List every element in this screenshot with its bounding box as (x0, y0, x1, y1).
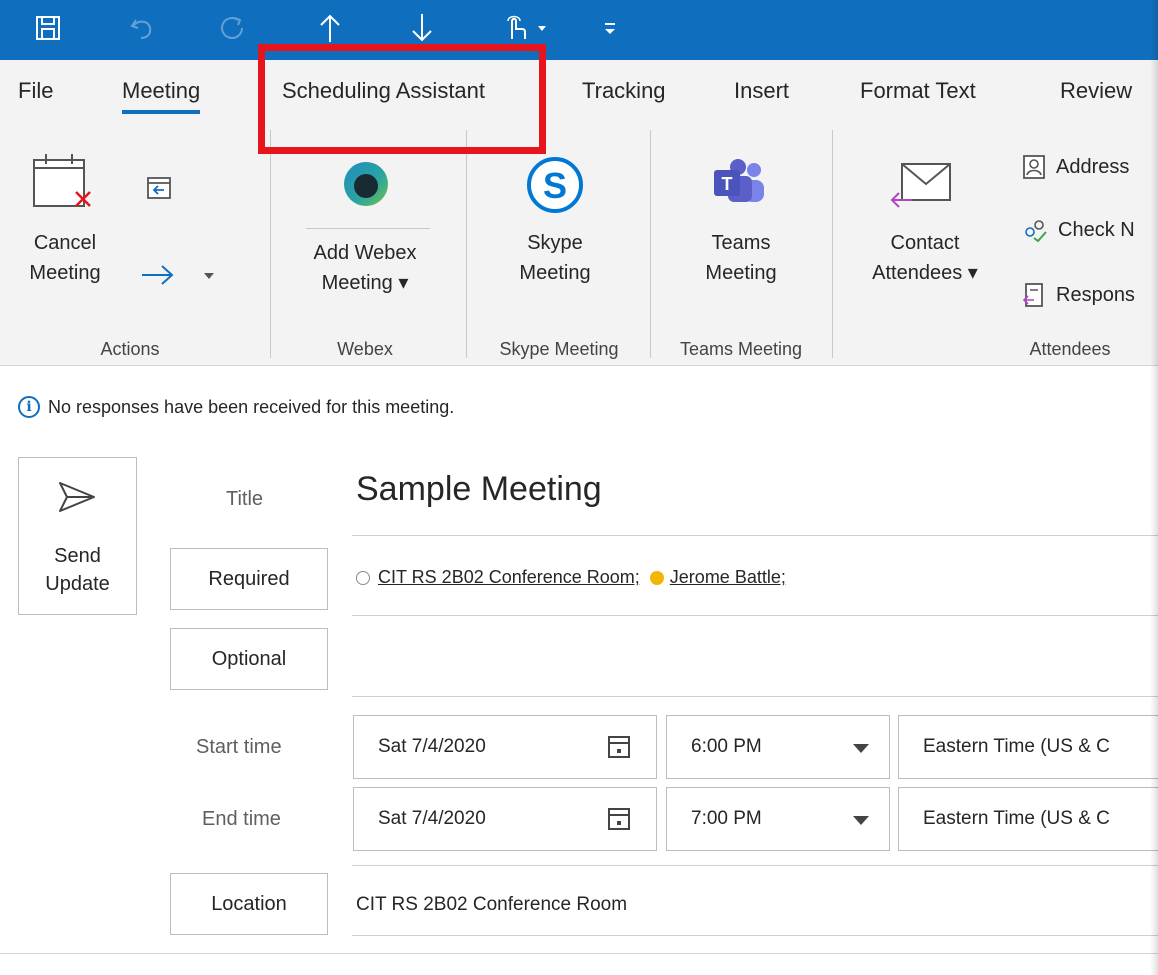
address-book-icon (1023, 155, 1045, 179)
skype-meeting-button[interactable]: Skype Meeting (480, 228, 630, 288)
save-icon[interactable] (28, 8, 68, 48)
group-label-actions: Actions (100, 339, 160, 359)
start-date-picker[interactable]: Sat 7/4/2020 (353, 715, 657, 779)
contact-attendees-button[interactable]: Contact Attendees ▾ (850, 228, 1000, 288)
calendar-icon[interactable] (608, 736, 630, 758)
redo-icon[interactable] (212, 8, 252, 48)
quick-access-toolbar (0, 0, 1158, 60)
ribbon-tabs: File Meeting Scheduling Assistant Tracki… (0, 60, 1158, 124)
room-status-icon (356, 570, 370, 585)
teams-meeting-button[interactable]: Teams Meeting (666, 228, 816, 288)
check-names-icon (1025, 220, 1047, 242)
attendee-jerome-battle[interactable]: Jerome Battle; (670, 567, 786, 588)
start-time-dropdown[interactable]: 6:00 PM (666, 715, 890, 779)
svg-text:S: S (543, 165, 567, 206)
start-timezone-dropdown[interactable]: Eastern Time (US & C (898, 715, 1158, 779)
group-label-teams-meeting: Teams Meeting (679, 339, 803, 359)
teams-icon: T (710, 158, 770, 213)
add-webex-meeting-button[interactable]: Add Webex Meeting ▾ (290, 238, 440, 298)
response-options-icon (1022, 283, 1043, 307)
tab-meeting[interactable]: Meeting (122, 78, 201, 114)
ribbon: Cancel Meeting Actions Add Webex Meeting… (0, 124, 1158, 366)
touch-mode-icon[interactable] (496, 8, 556, 48)
send-update-button[interactable]: Send Update (18, 457, 137, 615)
required-attendees-field[interactable]: CIT RS 2B02 Conference Room; Jerome Batt… (356, 567, 786, 588)
tentative-status-icon (649, 570, 664, 585)
end-date-picker[interactable]: Sat 7/4/2020 (353, 787, 657, 851)
customize-toolbar-icon[interactable] (590, 8, 630, 48)
end-time-label: End time (202, 808, 281, 830)
title-label: Title (226, 488, 264, 510)
tab-insert[interactable]: Insert (734, 78, 789, 104)
title-field[interactable]: Sample Meeting (356, 470, 602, 509)
cancel-meeting-icon (32, 152, 94, 215)
scheduling-assistant-highlight (258, 44, 546, 154)
address-book-button[interactable]: Address (1022, 154, 1129, 180)
undo-icon[interactable] (122, 8, 162, 48)
attendee-room[interactable]: CIT RS 2B02 Conference Room; (378, 567, 640, 588)
tab-tracking[interactable]: Tracking (582, 78, 666, 104)
calendar-icon[interactable] (608, 808, 630, 830)
end-timezone-dropdown[interactable]: Eastern Time (US & C (898, 787, 1158, 851)
info-icon: i (18, 396, 40, 418)
group-label-attendees: Attendees (1029, 339, 1111, 359)
cancel-meeting-button[interactable]: Cancel Meeting (20, 228, 110, 288)
send-icon (57, 480, 97, 519)
chevron-down-icon[interactable] (853, 816, 869, 825)
check-names-button[interactable]: Check N (1022, 218, 1135, 242)
skype-icon: S (524, 154, 586, 221)
group-label-webex: Webex (337, 339, 393, 359)
tab-file[interactable]: File (18, 78, 53, 104)
location-field[interactable]: CIT RS 2B02 Conference Room (356, 894, 627, 916)
contact-attendees-icon (890, 160, 954, 215)
webex-icon (342, 160, 390, 213)
optional-button[interactable]: Optional (170, 628, 328, 690)
group-label-skype-meeting: Skype Meeting (499, 339, 619, 359)
response-options-button[interactable]: Respons (1022, 282, 1135, 308)
location-button[interactable]: Location (170, 873, 328, 935)
start-time-label: Start time (196, 736, 282, 758)
previous-item-icon[interactable] (310, 8, 350, 48)
forward-icon[interactable] (140, 260, 230, 295)
tab-format-text[interactable]: Format Text (860, 78, 976, 104)
chevron-down-icon[interactable] (853, 744, 869, 753)
end-time-dropdown[interactable]: 7:00 PM (666, 787, 890, 851)
svg-text:T: T (722, 174, 733, 194)
info-bar: i No responses have been received for th… (18, 396, 454, 418)
tab-review[interactable]: Review (1060, 78, 1132, 104)
next-item-icon[interactable] (402, 8, 442, 48)
required-button[interactable]: Required (170, 548, 328, 610)
calendar-forward-icon[interactable] (146, 174, 172, 205)
